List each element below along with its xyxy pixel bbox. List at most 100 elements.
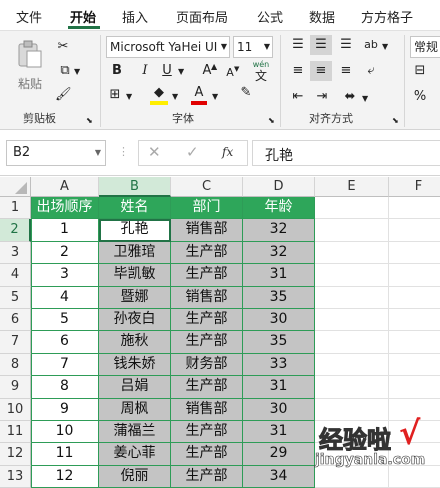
table-cell[interactable]: 倪丽 [99,465,171,488]
text-orientation-icon[interactable]: ab [362,37,380,53]
font-launcher-icon[interactable]: ⬊ [268,113,275,129]
row-header[interactable]: 2 [0,219,31,242]
table-cell[interactable]: 财务部 [171,353,243,377]
table-cell[interactable]: 生产部 [171,465,243,488]
tab-data[interactable]: 数据 [309,7,335,26]
empty-cell[interactable] [315,264,389,287]
row-header[interactable]: 7 [0,331,31,354]
tab-formulas[interactable]: 公式 [257,7,283,26]
row-header[interactable]: 13 [0,465,31,488]
font-size-select[interactable]: 11 ▼ [233,36,273,58]
table-cell[interactable]: 吕娟 [99,376,171,399]
tab-page-layout[interactable]: 页面布局 [176,7,228,26]
column-header-e[interactable]: E [315,177,389,197]
column-header-c[interactable]: C [171,177,243,197]
table-cell[interactable]: 35 [243,331,315,354]
table-cell[interactable]: 10 [31,421,99,444]
align-center-icon[interactable]: ≡ [310,61,332,81]
border-dropdown-icon[interactable]: ▼ [126,89,132,105]
empty-cell[interactable] [389,331,440,354]
align-left-icon[interactable]: ≡ [288,63,308,79]
table-cell[interactable]: 钱朱娇 [99,353,171,377]
row-header[interactable]: 3 [0,241,31,265]
table-cell[interactable]: 生产部 [171,421,243,444]
table-cell[interactable]: 周枫 [99,398,171,421]
table-cell[interactable]: 生产部 [171,376,243,399]
empty-cell[interactable] [389,353,440,377]
tab-file[interactable]: 文件 [16,7,42,26]
table-cell[interactable]: 销售部 [171,286,243,309]
table-cell[interactable]: 32 [243,241,315,265]
empty-cell[interactable] [315,353,389,377]
formula-input[interactable]: 孔艳 [252,140,440,166]
name-box[interactable]: B2 ▼ [6,140,106,166]
row-header[interactable]: 1 [0,197,31,220]
increase-indent-icon[interactable]: ⇥ [312,89,332,105]
row-header[interactable]: 5 [0,286,31,309]
table-cell[interactable]: 蒲福兰 [99,421,171,444]
alignment-launcher-icon[interactable]: ⬊ [392,113,399,129]
empty-cell[interactable] [315,309,389,332]
font-name-select[interactable]: Microsoft YaHei UI ▼ [106,36,230,58]
header-cell[interactable]: 年龄 [243,197,315,220]
select-all-corner[interactable] [0,177,31,197]
cancel-icon[interactable]: ✕ [148,144,161,160]
table-cell[interactable]: 2 [31,241,99,265]
table-cell[interactable]: 生产部 [171,309,243,332]
tab-fangfang[interactable]: 方方格子 [361,7,413,26]
table-cell[interactable]: 生产部 [171,264,243,287]
row-header[interactable]: 9 [0,376,31,399]
underline-button[interactable]: U [160,63,174,79]
table-cell[interactable]: 生产部 [171,241,243,265]
enter-icon[interactable]: ✓ [186,144,199,160]
table-cell[interactable]: 孙夜白 [99,309,171,332]
row-header[interactable]: 4 [0,264,31,287]
merge-dropdown-icon[interactable]: ▼ [362,91,368,107]
row-header[interactable]: 12 [0,443,31,466]
column-header-b[interactable]: B [99,177,171,197]
table-cell[interactable]: 31 [243,376,315,399]
clipboard-launcher-icon[interactable]: ⬊ [86,113,93,129]
table-cell[interactable]: 生产部 [171,443,243,466]
fill-color-dropdown-icon[interactable]: ▼ [172,89,178,105]
font-color-dropdown-icon[interactable]: ▼ [212,89,218,105]
align-middle-icon[interactable]: ☰ [310,35,332,55]
tab-insert[interactable]: 插入 [122,7,148,26]
column-header-a[interactable]: A [31,177,99,197]
table-cell[interactable]: 33 [243,353,315,377]
empty-cell[interactable] [315,197,389,220]
empty-cell[interactable] [389,219,440,242]
clear-format-icon[interactable]: ✎ [236,85,256,101]
table-cell[interactable]: 8 [31,376,99,399]
table-cell[interactable]: 11 [31,443,99,466]
currency-icon[interactable]: ⊟ [412,63,428,79]
empty-cell[interactable] [315,219,389,242]
italic-button[interactable]: I [138,63,152,79]
empty-cell[interactable] [389,376,440,399]
format-painter-icon[interactable]: 🖌 [55,87,72,103]
align-bottom-icon[interactable]: ☰ [336,37,356,53]
table-cell[interactable]: 6 [31,331,99,354]
empty-cell[interactable] [389,264,440,287]
table-cell[interactable]: 销售部 [171,219,243,242]
table-cell[interactable]: 施秋 [99,331,171,354]
align-top-icon[interactable]: ☰ [288,37,308,53]
table-cell[interactable]: 3 [31,264,99,287]
empty-cell[interactable] [389,309,440,332]
row-header[interactable]: 10 [0,398,31,421]
active-cell[interactable]: 孔艳 [99,219,171,242]
table-cell[interactable]: 31 [243,264,315,287]
phonetic-button[interactable]: wén 文 [248,59,274,83]
table-cell[interactable]: 生产部 [171,331,243,354]
table-cell[interactable]: 4 [31,286,99,309]
empty-cell[interactable] [389,286,440,309]
row-header[interactable]: 6 [0,309,31,332]
column-header-d[interactable]: D [243,177,315,197]
table-cell[interactable]: 9 [31,398,99,421]
wrap-text-icon[interactable]: ⤶ [362,63,380,79]
underline-dropdown-icon[interactable]: ▼ [178,64,184,80]
header-cell[interactable]: 出场顺序 [31,197,99,220]
row-header[interactable]: 11 [0,421,31,444]
copy-dropdown-icon[interactable]: ▼ [74,64,80,80]
table-cell[interactable]: 卫雅琯 [99,241,171,265]
